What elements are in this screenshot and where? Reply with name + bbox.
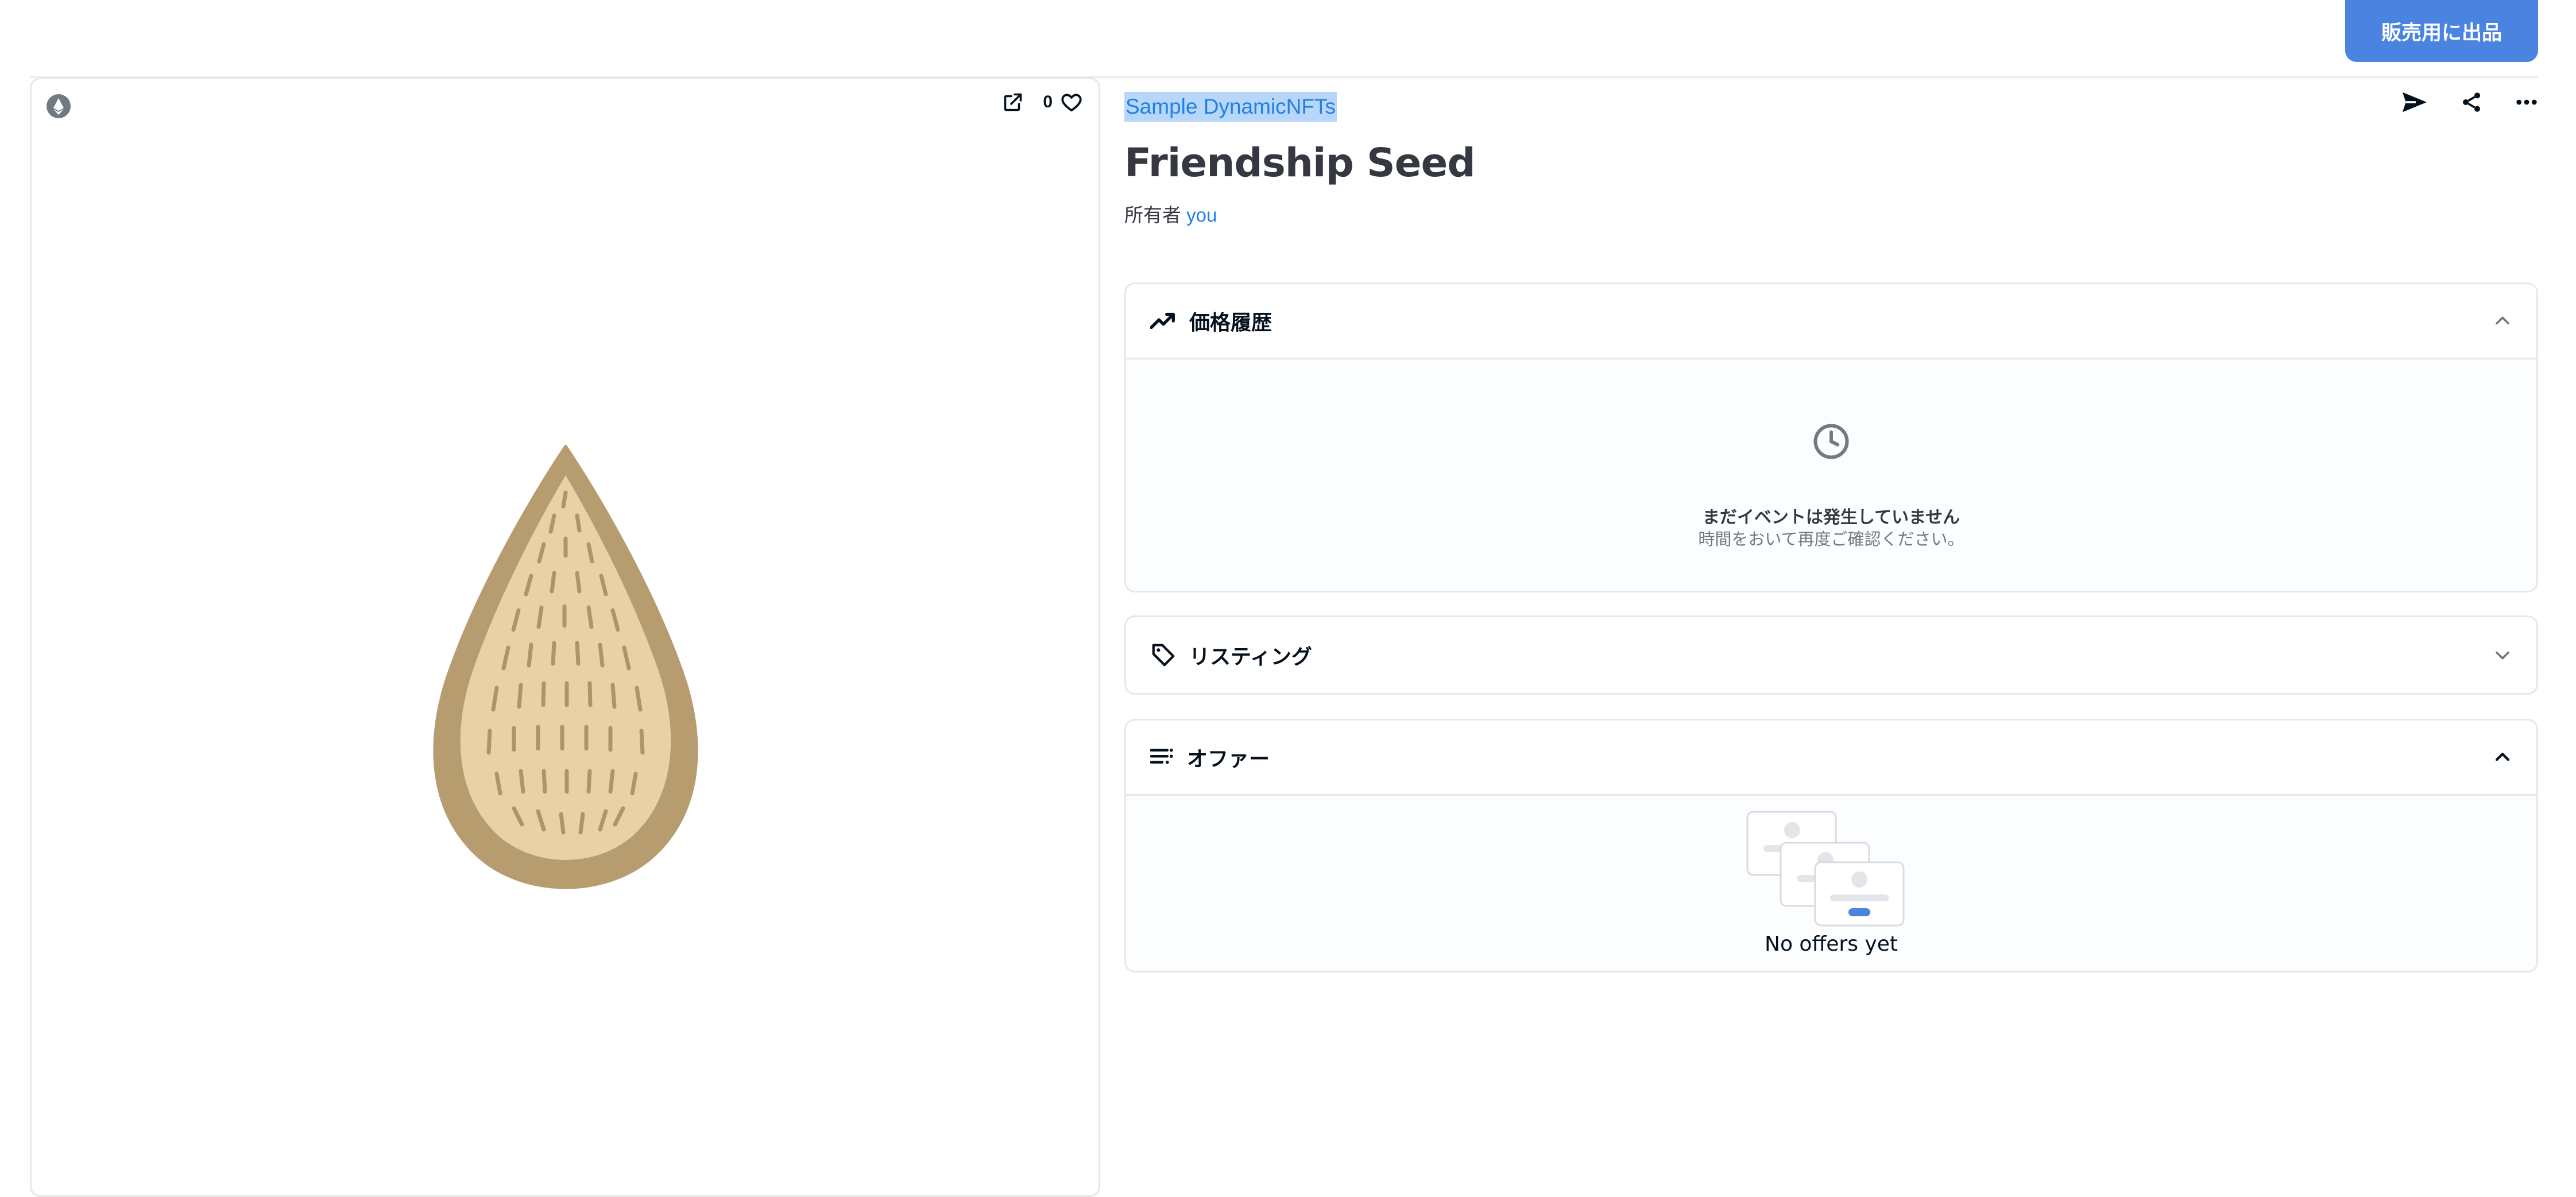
owner-link[interactable]: you <box>1186 204 1217 226</box>
offers-panel: オファー No offers yet <box>1124 719 2538 973</box>
owner-line: 所有者 you <box>1124 200 1217 227</box>
item-actions <box>2401 91 2538 114</box>
item-title: Friendship Seed <box>1124 140 1476 186</box>
heart-icon[interactable] <box>1061 92 1082 113</box>
chevron-down-icon[interactable] <box>2493 645 2512 665</box>
offers-body: No offers yet <box>1126 794 2536 971</box>
media-toolbar: 0 <box>1003 92 1082 113</box>
collection-link[interactable]: Sample DynamicNFTs <box>1124 92 1337 122</box>
clock-icon <box>1813 424 1849 459</box>
favorites-count: 0 <box>1043 92 1053 111</box>
listings-panel: リスティング <box>1124 615 2538 695</box>
price-history-header[interactable]: 価格履歴 <box>1126 284 2536 358</box>
seed-image <box>433 445 698 889</box>
offers-header[interactable]: オファー <box>1126 720 2536 794</box>
empty-events-subtitle: 時間をおいて再度ご確認ください。 <box>1698 530 1964 549</box>
price-history-body: まだイベントは発生していません 時間をおいて再度ご確認ください。 <box>1126 358 2536 591</box>
empty-events-title: まだイベントは発生していません <box>1702 508 1960 527</box>
trending-up-icon <box>1150 312 1175 330</box>
no-offers-text: No offers yet <box>1765 932 1898 956</box>
listings-title: リスティング <box>1189 645 1312 668</box>
list-for-sale-button[interactable]: 販売用に出品 <box>2345 0 2538 62</box>
media-card: 0 <box>30 78 1100 1197</box>
chevron-up-icon[interactable] <box>2493 747 2512 767</box>
no-offers-illustration <box>1746 811 1905 927</box>
offers-title: オファー <box>1187 747 1270 770</box>
ethereum-icon[interactable] <box>45 93 72 119</box>
listings-header[interactable]: リスティング <box>1126 617 2536 693</box>
tag-icon <box>1152 644 1175 667</box>
chevron-up-icon[interactable] <box>2493 311 2512 331</box>
price-history-title: 価格履歴 <box>1189 311 1272 334</box>
open-external-icon[interactable] <box>1003 92 1023 113</box>
send-icon[interactable] <box>2401 91 2428 114</box>
more-icon[interactable] <box>2515 91 2538 114</box>
owner-label: 所有者 <box>1124 204 1181 226</box>
list-icon <box>1150 748 1173 764</box>
share-icon[interactable] <box>2460 91 2483 114</box>
price-history-panel: 価格履歴 まだイベントは発生していません 時間をおいて再度ご確認ください。 <box>1124 282 2538 592</box>
